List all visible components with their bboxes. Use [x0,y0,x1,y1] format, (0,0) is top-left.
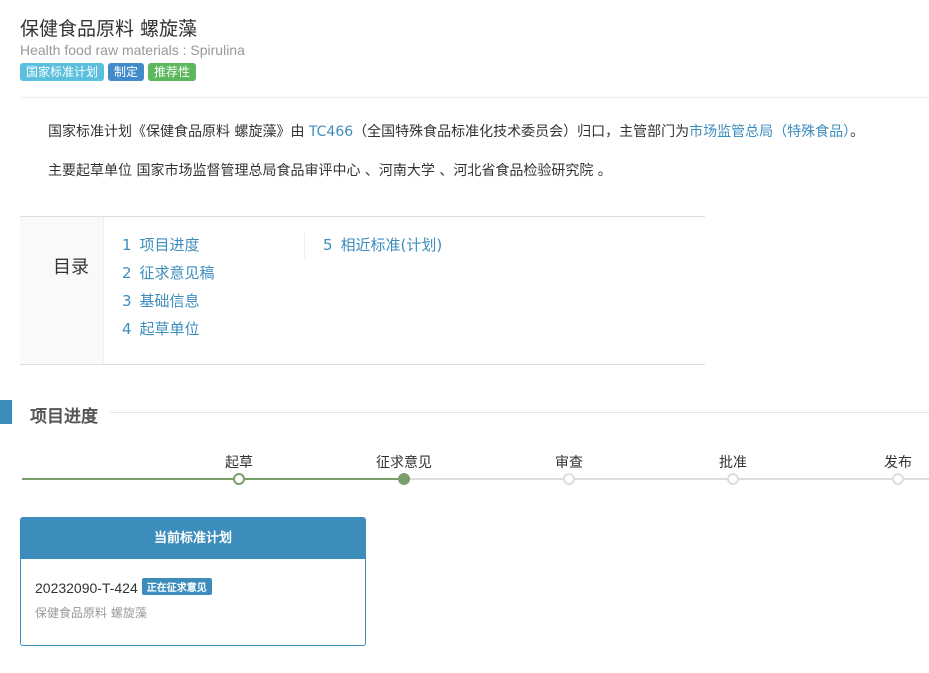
step-label-comment: 征求意见 [376,455,432,471]
page-title: 保健食品原料 螺旋藻 [20,18,198,40]
card-code-row: 20232090-T-424 正在征求意见 [35,578,351,598]
toc-column-2: 5 相近标准(计划) [323,233,442,261]
toc-heading-cell: 目录 [20,217,104,364]
toc-item-draft-for-comment[interactable]: 2 征求意见稿 [122,261,215,289]
description-line-1: 国家标准计划《保健食品原料 螺旋藻》由 TC466（全国特殊食品标准化技术委员会… [48,124,865,140]
page-subtitle: Health food raw materials : Spirulina [20,42,245,58]
progress-track-completed [22,478,404,480]
badge-group: 国家标准计划 制定 推荐性 [20,63,197,81]
step-dot-publish [892,473,904,485]
badge-revision-type: 制定 [108,63,145,81]
section-divider [110,412,929,413]
toc-item-similar-standards[interactable]: 5 相近标准(计划) [323,233,442,261]
step-label-review: 审查 [555,455,583,471]
toc-item-progress[interactable]: 1 项目进度 [122,233,215,261]
step-dot-comment [398,473,410,485]
step-dot-review [563,473,575,485]
step-label-draft: 起草 [225,455,253,471]
toc-item-basic-info[interactable]: 3 基础信息 [122,289,215,317]
plan-code: 20232090-T-424 [35,580,138,596]
table-of-contents: 目录 1 项目进度 2 征求意见稿 3 基础信息 4 起草单位 5 相近标准(计划) [20,216,705,365]
plan-name: 保健食品原料 螺旋藻 [35,606,147,620]
department-link[interactable]: 市场监管总局（特殊食品） [689,124,850,140]
toc-column-divider [304,233,305,259]
step-dot-approve [727,473,739,485]
card-body: 20232090-T-424 正在征求意见 保健食品原料 螺旋藻 [21,559,365,621]
section-accent-bar [0,400,12,424]
description-line-2: 主要起草单位 国家市场监督管理总局食品审评中心 、河南大学 、河北省食品检验研究… [48,163,612,179]
step-dot-draft [233,473,245,485]
badge-nature: 推荐性 [148,63,197,81]
card-header: 当前标准计划 [21,518,365,559]
current-plan-card[interactable]: 当前标准计划 20232090-T-424 正在征求意见 保健食品原料 螺旋藻 [20,517,366,646]
committee-link[interactable]: TC466 [309,124,353,140]
toc-column-1: 1 项目进度 2 征求意见稿 3 基础信息 4 起草单位 [122,233,215,345]
toc-item-drafting-units[interactable]: 4 起草单位 [122,317,215,345]
status-badge: 正在征求意见 [141,578,212,595]
badge-plan-type: 国家标准计划 [20,63,105,81]
section-title-progress: 项目进度 [30,407,98,427]
step-label-approve: 批准 [719,455,747,471]
toc-heading: 目录 [53,257,89,278]
step-label-publish: 发布 [884,455,912,471]
header-divider [20,97,929,98]
